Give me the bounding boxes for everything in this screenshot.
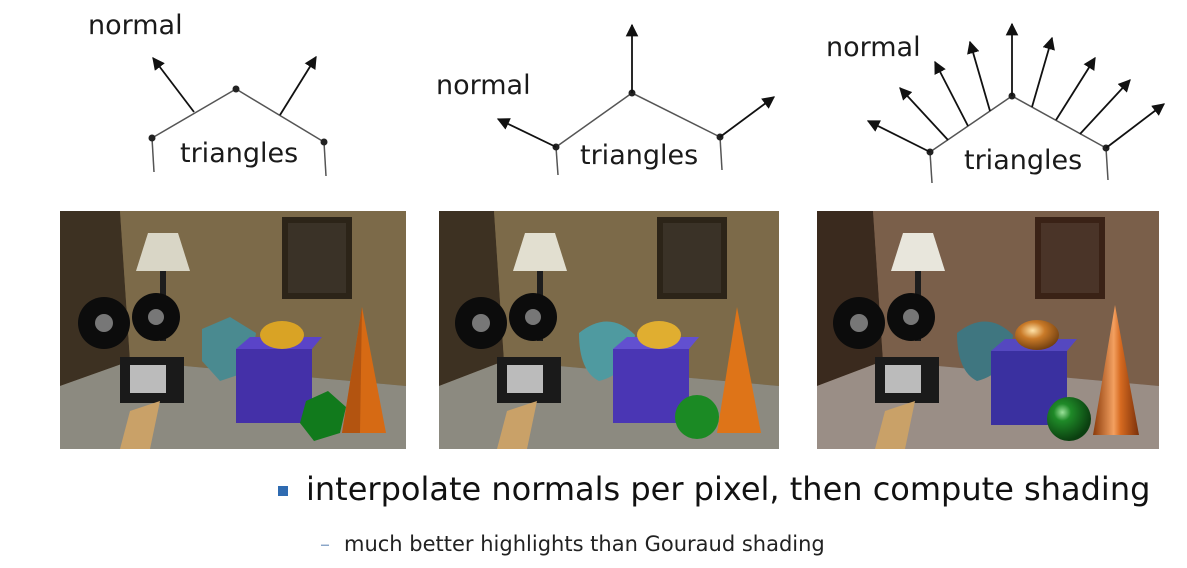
triangle-edge-left <box>151 88 237 139</box>
sub-bullet-text: much better highlights than Gouraud shad… <box>344 532 825 556</box>
normal-label: normal <box>826 32 921 63</box>
drop-line-right <box>1105 147 1109 181</box>
normal-label: normal <box>436 70 531 101</box>
bullet-point: interpolate normals per pixel, then comp… <box>278 470 1150 508</box>
normal-label: normal <box>88 10 183 41</box>
vertex <box>232 85 240 93</box>
triangle-edge-right <box>235 88 325 143</box>
drop-line-right <box>323 141 327 177</box>
phong-shaded-render <box>817 211 1159 449</box>
flat-shaded-render <box>60 211 406 449</box>
bullet-main-text: interpolate normals per pixel, then comp… <box>306 470 1151 508</box>
vertex-normal-arrow <box>719 96 776 138</box>
drop-line-left <box>151 137 155 173</box>
triangle-edge-right <box>631 92 721 138</box>
face-normal-arrow <box>279 55 317 116</box>
vertex <box>320 138 328 146</box>
dash-icon: – <box>320 532 330 556</box>
triangle-edge-left <box>555 92 633 148</box>
sub-bullet-point: – much better highlights than Gouraud sh… <box>320 532 825 556</box>
gouraud-shaded-render <box>439 211 779 449</box>
drop-line-right <box>719 136 723 171</box>
vertex-normal-arrow <box>496 118 557 148</box>
drop-line-left <box>555 146 559 176</box>
triangle-edge-left <box>929 95 1013 153</box>
triangles-label: triangles <box>580 140 699 171</box>
drop-line-left <box>929 151 933 184</box>
bullet-square-icon <box>278 486 288 496</box>
triangles-label: triangles <box>964 145 1083 176</box>
face-normal-arrow <box>152 56 195 113</box>
triangles-label: triangles <box>180 138 299 169</box>
vertex <box>148 134 156 142</box>
